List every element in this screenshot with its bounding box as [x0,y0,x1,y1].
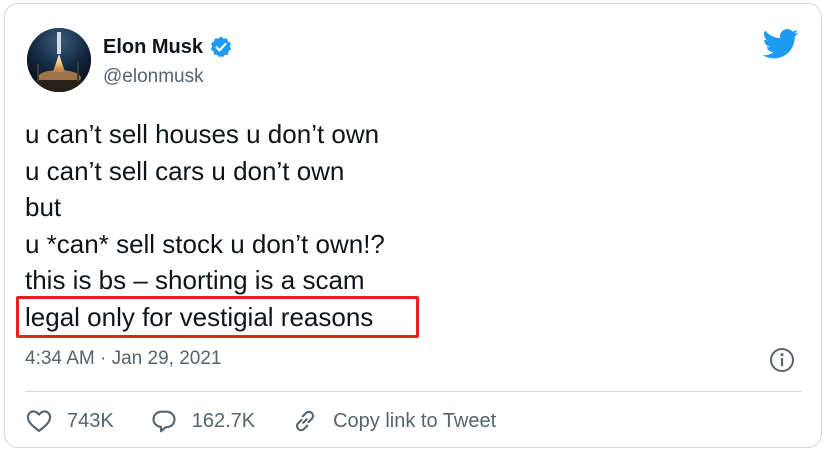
handle[interactable]: @elonmusk [103,66,204,88]
tweet-line: u can’t sell cars u don’t own [25,155,345,186]
heart-icon [26,410,52,432]
tweet-line: u can’t sell houses u don’t own [25,119,380,149]
info-icon[interactable] [769,347,795,373]
copy-link-label: Copy link to Tweet [333,409,497,432]
reply-button[interactable]: 162.7K [150,407,255,435]
reply-count: 162.7K [191,409,256,432]
verified-badge-icon [209,35,233,59]
tweet-line: u *can* sell stock u don’t own!? [25,228,385,259]
tweet-line: this is bs – shorting is a scam [25,265,365,295]
divider [25,391,801,392]
display-name[interactable]: Elon Musk [103,36,203,59]
action-bar: 743K 162.7K Copy link to Tweet [25,404,532,438]
link-icon [296,410,315,432]
copy-link-button[interactable]: Copy link to Tweet [291,407,496,435]
timestamp[interactable]: 4:34 AM · Jan 29, 2021 [25,348,221,370]
tweet-line: but [25,192,62,222]
author-name-row[interactable]: Elon Musk [103,34,233,60]
twitter-bird-icon[interactable] [762,28,799,60]
reply-bubble-icon [152,410,176,433]
avatar-image [27,28,91,92]
like-count: 743K [67,409,114,432]
red-highlight-box [16,296,419,338]
like-button[interactable]: 743K [25,407,114,435]
tweet-card[interactable]: Elon Musk @elonmusk u can’t sell houses … [4,3,822,448]
avatar[interactable] [27,28,91,92]
